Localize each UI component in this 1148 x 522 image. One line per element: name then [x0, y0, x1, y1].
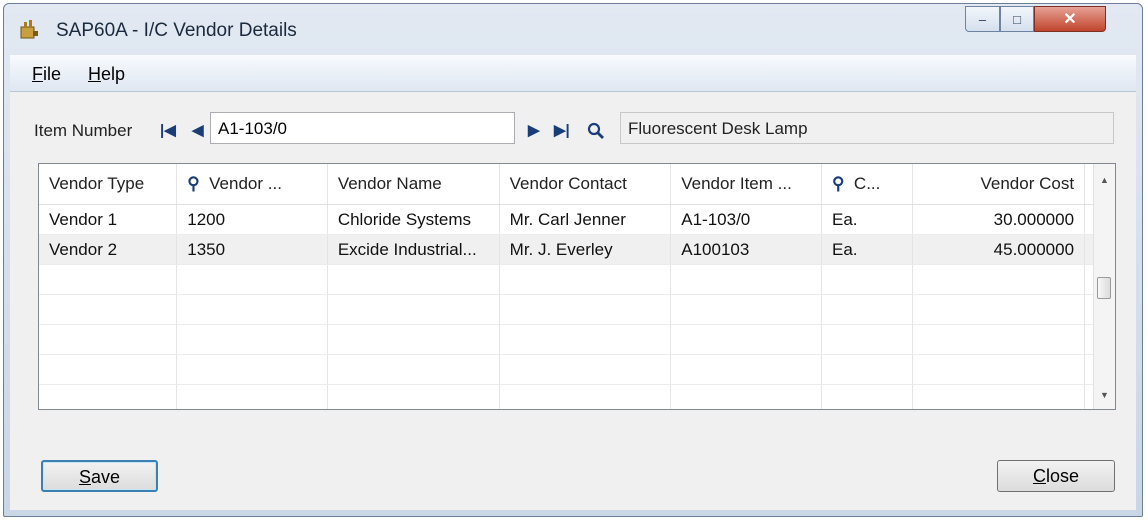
col-unit[interactable]: ⚲ C...	[821, 164, 913, 205]
cell-vendor-number[interactable]: 1350	[176, 234, 328, 265]
col-vendor-type[interactable]: Vendor Type	[39, 164, 178, 205]
cell-vendor-cost[interactable]: 30.000000	[912, 204, 1086, 235]
scroll-down-icon[interactable]: ▼	[1094, 385, 1115, 405]
menu-file[interactable]: File	[32, 64, 61, 85]
cell-vendor-cost[interactable]: 45.000000	[912, 234, 1086, 265]
search-icon[interactable]	[586, 122, 606, 140]
minimize-icon: –	[978, 11, 987, 27]
close-window-button[interactable]: ✕	[1034, 6, 1106, 32]
empty-row[interactable]	[39, 324, 1115, 355]
cell-vendor-item[interactable]: A1-103/0	[670, 204, 823, 235]
item-description-field: Fluorescent Desk Lamp	[620, 112, 1114, 144]
menu-help[interactable]: Help	[88, 64, 125, 85]
minimize-button[interactable]: –	[965, 6, 1000, 32]
menu-bar: File Help	[10, 55, 1136, 92]
grid-header: Vendor Type ⚲ Vendor ... Vendor Name Ven…	[39, 164, 1115, 205]
cell-vendor-item[interactable]: A100103	[670, 234, 823, 265]
app-icon	[20, 20, 38, 39]
col-vendor-cost[interactable]: Vendor Cost	[912, 164, 1086, 205]
table-row[interactable]: Vendor 2 1350 Excide Industrial... Mr. J…	[39, 234, 1115, 265]
next-record-icon[interactable]: ▶	[528, 121, 540, 139]
maximize-icon: □	[1013, 11, 1021, 27]
cell-vendor-type[interactable]: Vendor 1	[39, 204, 178, 235]
scroll-up-icon[interactable]: ▲	[1094, 170, 1115, 190]
title-bar[interactable]: SAP60A - I/C Vendor Details – □ ✕	[4, 4, 1142, 54]
cell-unit[interactable]: Ea.	[821, 234, 913, 265]
close-icon: ✕	[1063, 11, 1077, 28]
scroll-thumb[interactable]	[1097, 277, 1111, 299]
col-vendor-name[interactable]: Vendor Name	[327, 164, 500, 205]
table-row[interactable]: Vendor 1 1200 Chloride Systems Mr. Carl …	[39, 204, 1115, 235]
last-record-icon[interactable]: ▶|	[554, 121, 570, 139]
cell-vendor-name[interactable]: Excide Industrial...	[327, 234, 500, 265]
search-icon[interactable]: ⚲	[832, 174, 844, 193]
item-number-input[interactable]: A1-103/0	[210, 112, 515, 144]
vendor-grid[interactable]: Vendor Type ⚲ Vendor ... Vendor Name Ven…	[38, 163, 1116, 410]
cell-vendor-name[interactable]: Chloride Systems	[327, 204, 500, 235]
col-vendor-item[interactable]: Vendor Item ...	[670, 164, 823, 205]
cell-vendor-contact[interactable]: Mr. Carl Jenner	[499, 204, 672, 235]
save-button[interactable]: Save	[41, 460, 158, 492]
cell-vendor-contact[interactable]: Mr. J. Everley	[499, 234, 672, 265]
col-vendor-number-label: Vendor ...	[209, 174, 282, 193]
cell-vendor-type[interactable]: Vendor 2	[39, 234, 178, 265]
empty-row[interactable]	[39, 264, 1115, 295]
vertical-scrollbar[interactable]: ▲ ▼	[1093, 164, 1115, 409]
empty-row[interactable]	[39, 294, 1115, 325]
empty-row[interactable]	[39, 354, 1115, 385]
col-vendor-number[interactable]: ⚲ Vendor ...	[176, 164, 328, 205]
main-content: Item Number |◀ ◀ A1-103/0 ▶ ▶| Fluoresce…	[10, 92, 1136, 510]
first-record-icon[interactable]: |◀	[160, 121, 176, 139]
empty-row[interactable]	[39, 384, 1115, 409]
cell-unit[interactable]: Ea.	[821, 204, 913, 235]
vendor-table: Vendor Type ⚲ Vendor ... Vendor Name Ven…	[39, 164, 1115, 409]
search-icon[interactable]: ⚲	[187, 174, 199, 193]
item-number-label: Item Number	[34, 121, 133, 140]
col-unit-label: C...	[853, 174, 881, 193]
window-title: SAP60A - I/C Vendor Details	[56, 20, 297, 41]
app-window: SAP60A - I/C Vendor Details – □ ✕ File H…	[3, 3, 1143, 517]
col-vendor-contact[interactable]: Vendor Contact	[499, 164, 672, 205]
close-button[interactable]: Close	[997, 460, 1115, 492]
previous-record-icon[interactable]: ◀	[192, 121, 204, 139]
cell-vendor-number[interactable]: 1200	[176, 204, 328, 235]
maximize-button[interactable]: □	[1000, 6, 1034, 32]
